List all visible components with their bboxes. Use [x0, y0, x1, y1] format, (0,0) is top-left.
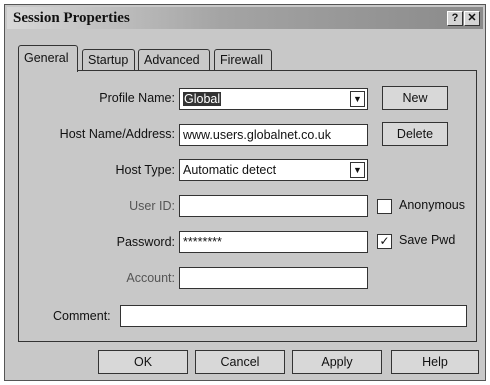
user-id-input[interactable]: [179, 195, 368, 217]
title-bar: Session Properties ? ✕: [7, 7, 483, 29]
tab-general[interactable]: General: [18, 45, 78, 72]
general-panel: Profile Name: Global ▼ New Host Name/Add…: [18, 70, 477, 342]
account-label: Account:: [126, 271, 175, 285]
user-id-label: User ID:: [129, 199, 175, 213]
tab-advanced[interactable]: Advanced: [138, 49, 210, 71]
tab-firewall[interactable]: Firewall: [214, 49, 272, 71]
help-icon[interactable]: ?: [447, 11, 463, 26]
anonymous-checkbox[interactable]: [377, 199, 392, 214]
session-properties-window: Session Properties ? ✕ General Startup A…: [4, 4, 486, 381]
anonymous-label[interactable]: Anonymous: [399, 198, 465, 212]
chevron-down-icon[interactable]: ▼: [350, 91, 365, 107]
save-pwd-label[interactable]: Save Pwd: [399, 233, 455, 247]
new-button[interactable]: New: [382, 86, 448, 110]
help-button[interactable]: Help: [391, 350, 479, 374]
ok-button[interactable]: OK: [98, 350, 188, 374]
save-pwd-checkbox[interactable]: ✓: [377, 234, 392, 249]
profile-name-label: Profile Name:: [99, 91, 175, 105]
close-icon[interactable]: ✕: [464, 11, 480, 26]
window-title: Session Properties: [13, 10, 130, 26]
host-type-value: Automatic detect: [183, 163, 277, 177]
comment-input[interactable]: [120, 305, 467, 327]
host-name-label: Host Name/Address:: [59, 127, 175, 141]
comment-label: Comment:: [53, 309, 111, 323]
delete-button[interactable]: Delete: [382, 122, 448, 146]
host-type-label: Host Type:: [115, 163, 175, 177]
profile-name-value: Global: [183, 92, 222, 106]
host-name-input[interactable]: www.users.globalnet.co.uk: [179, 124, 368, 146]
tab-startup[interactable]: Startup: [82, 49, 135, 71]
chevron-down-icon[interactable]: ▼: [350, 162, 365, 178]
profile-name-select[interactable]: Global ▼: [179, 88, 368, 110]
host-type-select[interactable]: Automatic detect ▼: [179, 159, 368, 181]
password-input[interactable]: ********: [179, 231, 368, 253]
account-input[interactable]: [179, 267, 368, 289]
apply-button[interactable]: Apply: [292, 350, 382, 374]
password-label: Password:: [116, 235, 175, 249]
cancel-button[interactable]: Cancel: [195, 350, 285, 374]
